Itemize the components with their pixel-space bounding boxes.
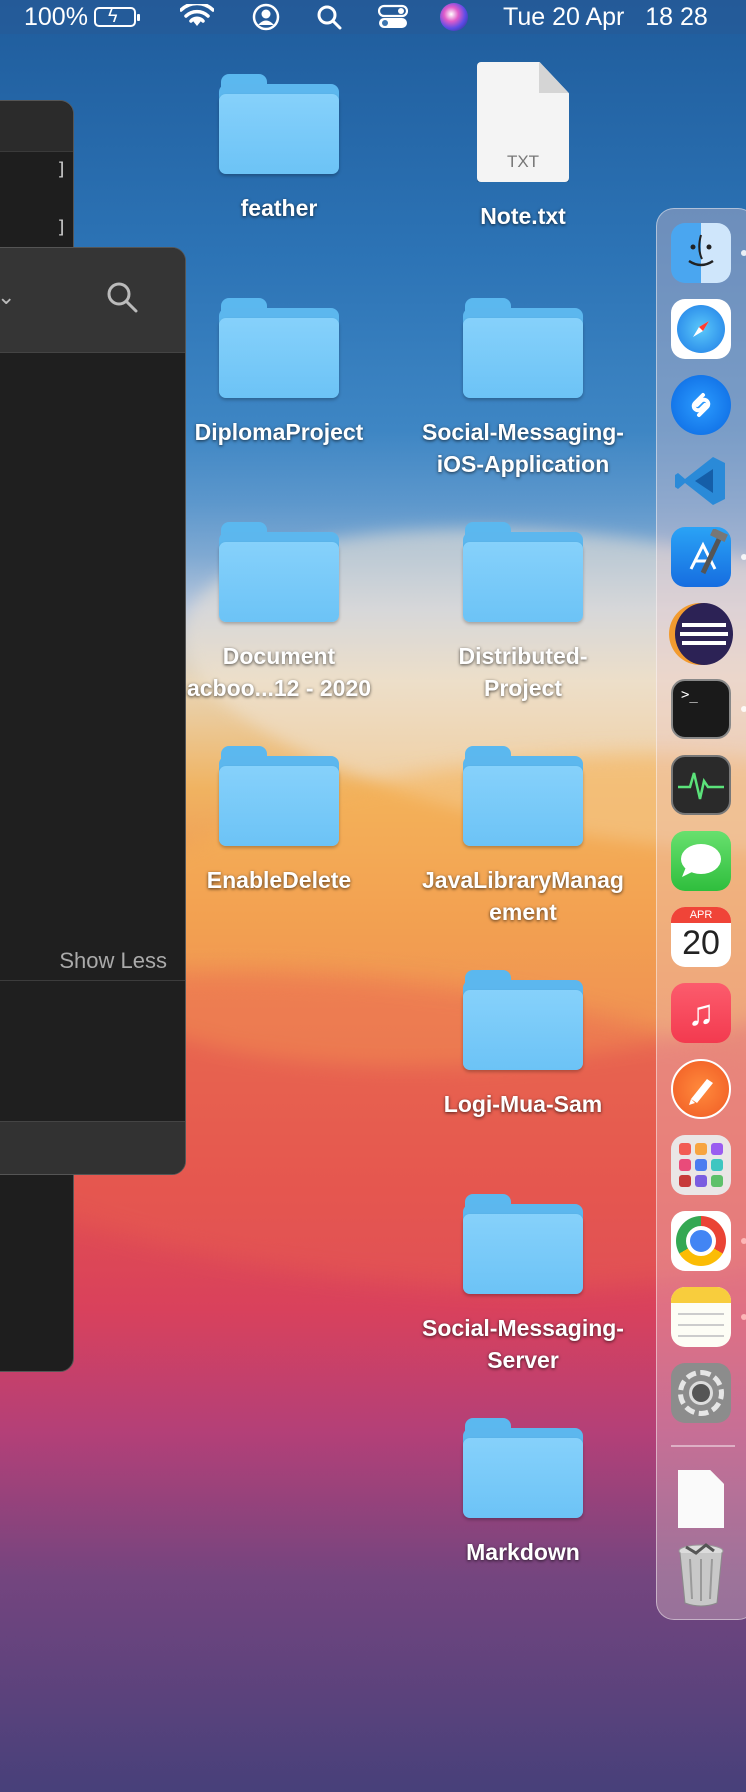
desktop-item-label: JavaLibraryManag ement: [422, 867, 624, 925]
folder-icon: [463, 1194, 583, 1296]
folder-icon: [463, 522, 583, 624]
shazam-icon[interactable]: [671, 375, 731, 435]
dock-separator: [671, 1445, 735, 1447]
desktop-item-label: feather: [240, 195, 318, 221]
show-less-button[interactable]: Show Less: [59, 948, 167, 974]
running-indicator: [741, 554, 746, 560]
search-icon[interactable]: [316, 0, 342, 34]
pixelmator-icon[interactable]: [671, 1059, 731, 1119]
desktop-folder-markdown[interactable]: Markdown: [403, 1418, 643, 1568]
notes-icon[interactable]: [671, 1287, 731, 1347]
desktop-folder-feather[interactable]: feather: [159, 74, 399, 224]
folder-icon: [463, 746, 583, 848]
clock[interactable]: Tue 20 Apr 18 28: [503, 0, 708, 34]
document-icon[interactable]: [671, 1469, 731, 1529]
folder-icon: [463, 298, 583, 400]
divider: [0, 980, 185, 981]
battery-charging-icon: ϟ: [93, 6, 140, 27]
running-indicator: [741, 1238, 746, 1244]
chevron-icon[interactable]: ⌄: [0, 284, 15, 310]
desktop-folder-document[interactable]: Document acboo...12 - 2020: [159, 522, 399, 704]
desktop-item-label: Document acboo...12 - 2020: [186, 643, 372, 701]
datetime: Tue 20 Apr 18 28: [503, 2, 708, 31]
dock: >_ APR 20 ♫: [656, 208, 746, 1620]
desktop-folder-distributed-project[interactable]: Distributed- Project: [403, 522, 643, 704]
desktop-folder-logi-mua-sam[interactable]: Logi-Mua-Sam: [403, 970, 643, 1120]
folder-icon: [463, 970, 583, 1072]
finder-icon[interactable]: [671, 223, 731, 283]
window-titlebar[interactable]: [0, 101, 73, 152]
terminal-prompt: >_: [681, 687, 698, 703]
folder-icon: [219, 522, 339, 624]
music-icon[interactable]: ♫: [671, 983, 731, 1043]
menu-bar: 100% ϟ Tue 20 Apr 18 28: [0, 0, 746, 34]
desktop-item-label: Social-Messaging- iOS-Application: [422, 419, 624, 477]
terminal-icon[interactable]: >_: [671, 679, 731, 739]
running-indicator: [741, 250, 746, 256]
messages-icon[interactable]: [671, 831, 731, 891]
calendar-icon[interactable]: APR 20: [671, 907, 731, 967]
desktop-folder-diplomaproject[interactable]: DiplomaProject: [159, 298, 399, 448]
vscode-icon[interactable]: [671, 451, 731, 511]
desktop-item-label: Logi-Mua-Sam: [443, 1091, 603, 1117]
desktop-item-label: Distributed- Project: [458, 643, 588, 701]
window-toolbar[interactable]: ⌄: [0, 248, 185, 353]
user-icon[interactable]: [252, 0, 280, 34]
calendar-month: APR: [671, 907, 731, 923]
folder-icon: [219, 74, 339, 176]
desktop-item-label: DiplomaProject: [194, 419, 364, 445]
desktop-folder-social-messaging-ios[interactable]: Social-Messaging- iOS-Application: [403, 298, 643, 480]
search-icon[interactable]: [105, 280, 139, 319]
chrome-icon[interactable]: [671, 1211, 731, 1271]
code-bracket: ]: [56, 159, 67, 180]
battery-percent: 100%: [24, 2, 88, 31]
battery-status[interactable]: 100% ϟ: [24, 0, 140, 34]
running-indicator: [741, 706, 746, 712]
text-file-icon: TXT: [477, 62, 569, 182]
xcode-icon[interactable]: [671, 527, 731, 587]
folder-icon: [463, 1418, 583, 1520]
control-center-icon[interactable]: [378, 0, 408, 34]
siri-icon[interactable]: [440, 0, 468, 34]
system-preferences-icon[interactable]: [671, 1363, 731, 1423]
safari-icon[interactable]: [671, 299, 731, 359]
desktop-item-label: Markdown: [466, 1539, 580, 1565]
desktop-folder-javalibrarymanagement[interactable]: JavaLibraryManag ement: [403, 746, 643, 928]
launchpad-icon[interactable]: [671, 1135, 731, 1195]
desktop-item-label: Social-Messaging- Server: [422, 1315, 624, 1373]
window-footer: [0, 1121, 185, 1174]
desktop-file-note[interactable]: TXT Note.txt: [403, 62, 643, 232]
desktop-folder-enabledelete[interactable]: EnableDelete: [159, 746, 399, 896]
code-bracket: ]: [56, 217, 67, 238]
trash-icon[interactable]: [671, 1543, 731, 1607]
eclipse-icon[interactable]: [665, 603, 735, 665]
folder-icon: [219, 298, 339, 400]
wifi-icon[interactable]: [180, 0, 214, 34]
desktop-item-label: EnableDelete: [206, 867, 352, 893]
folder-icon: [219, 746, 339, 848]
activity-monitor-icon[interactable]: [671, 755, 731, 815]
desktop-folder-social-messaging-server[interactable]: Social-Messaging- Server: [403, 1194, 643, 1376]
desktop-item-label: Note.txt: [480, 203, 566, 229]
running-indicator: [741, 1314, 746, 1320]
calendar-day: 20: [682, 924, 720, 962]
